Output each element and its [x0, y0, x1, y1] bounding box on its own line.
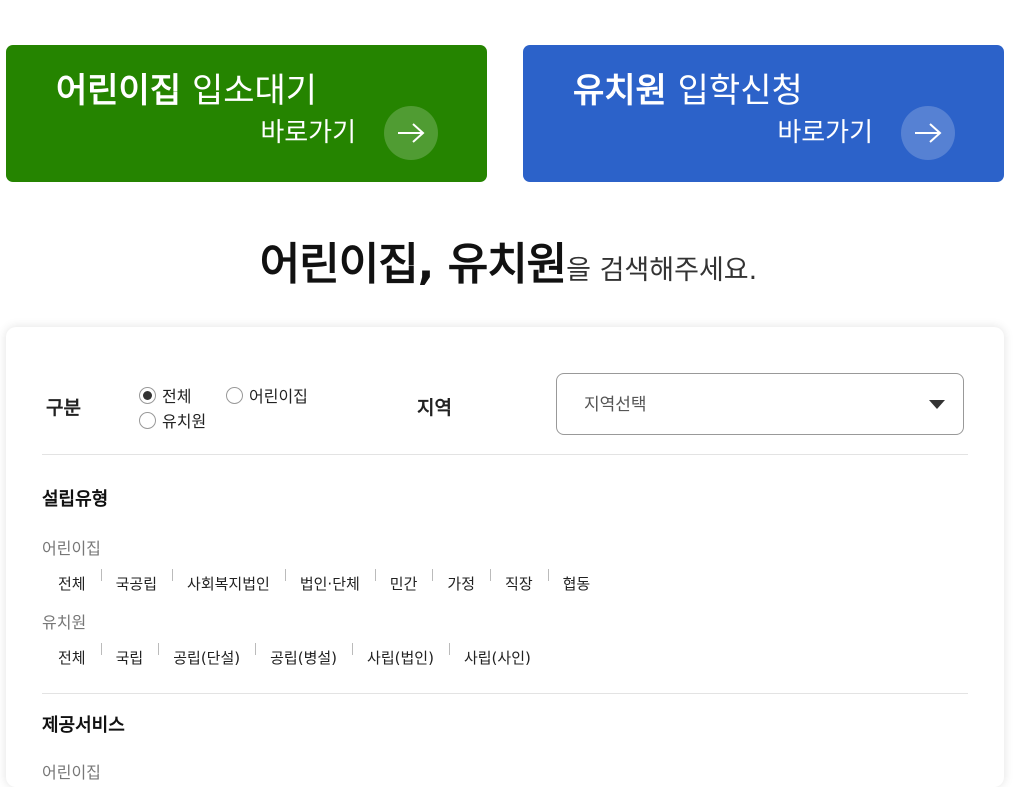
- establishment-kindergarten-options: 전체 국립 공립(단설) 공립(병설) 사립(법인) 사립(사인): [58, 643, 546, 668]
- category-radio-all-label: 전체: [162, 387, 192, 406]
- kindergarten-banner-title: 유치원 입학신청: [573, 69, 803, 113]
- option-daycare-private[interactable]: 민간: [374, 569, 433, 594]
- kindergarten-banner-title-light: 입학신청: [677, 71, 803, 111]
- daycare-banner-title: 어린이집 입소대기: [56, 69, 317, 113]
- option-daycare-social-welfare[interactable]: 사회복지법인: [172, 569, 285, 594]
- option-daycare-home[interactable]: 가정: [432, 569, 490, 594]
- radio-selected-icon: [139, 386, 156, 404]
- radio-unselected-icon: [226, 386, 243, 404]
- establishment-kindergarten-label: 유치원: [42, 613, 87, 632]
- daycare-waitlist-banner[interactable]: 어린이집 입소대기 바로가기: [6, 45, 487, 182]
- daycare-banner-link-label: 바로가기: [260, 118, 356, 148]
- category-radio-kindergarten-label: 유치원: [162, 412, 207, 431]
- establishment-daycare-label: 어린이집: [42, 539, 101, 558]
- option-kindergarten-all[interactable]: 전체: [58, 647, 101, 668]
- option-kindergarten-public-standalone[interactable]: 공립(단설): [158, 643, 255, 668]
- region-label: 지역: [417, 397, 452, 419]
- services-title: 제공서비스: [42, 715, 125, 736]
- kindergarten-banner-link-label: 바로가기: [777, 118, 873, 148]
- daycare-banner-title-light: 입소대기: [191, 71, 318, 111]
- option-kindergarten-private-individual[interactable]: 사립(사인): [448, 643, 546, 668]
- option-daycare-all[interactable]: 전체: [58, 573, 101, 594]
- region-select-value: 지역선택: [584, 395, 647, 415]
- category-radio-daycare-label: 어린이집: [249, 387, 308, 406]
- category-radio-kindergarten[interactable]: 유치원: [139, 408, 206, 432]
- region-select[interactable]: 지역선택: [556, 373, 964, 435]
- establishment-daycare-options: 전체 국공립 사회복지법인 법인·단체 민간 가정 직장 협동: [58, 569, 606, 594]
- search-headline: 어린이집, 유치원을 검색해주세요.: [0, 228, 1017, 292]
- establishment-type-title: 설립유형: [42, 489, 109, 510]
- divider: [42, 693, 968, 694]
- daycare-banner-title-bold: 어린이집: [56, 71, 182, 111]
- arrow-right-icon[interactable]: [384, 106, 438, 160]
- category-radio-daycare[interactable]: 어린이집: [226, 383, 308, 407]
- radio-unselected-icon: [139, 411, 156, 429]
- option-kindergarten-private-corporate[interactable]: 사립(법인): [352, 643, 449, 668]
- search-headline-strong: 어린이집, 유치원: [259, 239, 567, 290]
- search-filter-panel: 구분 전체 어린이집 유치원 지역 지역선택 설립유형 어린이집 전체 국공립 …: [6, 327, 1004, 787]
- category-label: 구분: [46, 397, 81, 419]
- kindergarten-application-banner[interactable]: 유치원 입학신청 바로가기: [523, 45, 1004, 182]
- option-daycare-national-public[interactable]: 국공립: [100, 569, 172, 594]
- option-kindergarten-public-attached[interactable]: 공립(병설): [255, 643, 352, 668]
- option-daycare-cooperative[interactable]: 협동: [547, 569, 606, 594]
- kindergarten-banner-title-bold: 유치원: [573, 71, 667, 111]
- option-kindergarten-national[interactable]: 국립: [100, 643, 159, 668]
- option-daycare-workplace[interactable]: 직장: [490, 569, 548, 594]
- option-daycare-corporation[interactable]: 법인·단체: [284, 569, 375, 594]
- divider: [42, 454, 968, 455]
- search-headline-rest: 을 검색해주세요.: [566, 255, 758, 286]
- caret-down-icon: [929, 400, 945, 409]
- category-radio-all[interactable]: 전체: [139, 383, 191, 407]
- services-daycare-label: 어린이집: [42, 763, 101, 782]
- arrow-right-icon[interactable]: [901, 106, 955, 160]
